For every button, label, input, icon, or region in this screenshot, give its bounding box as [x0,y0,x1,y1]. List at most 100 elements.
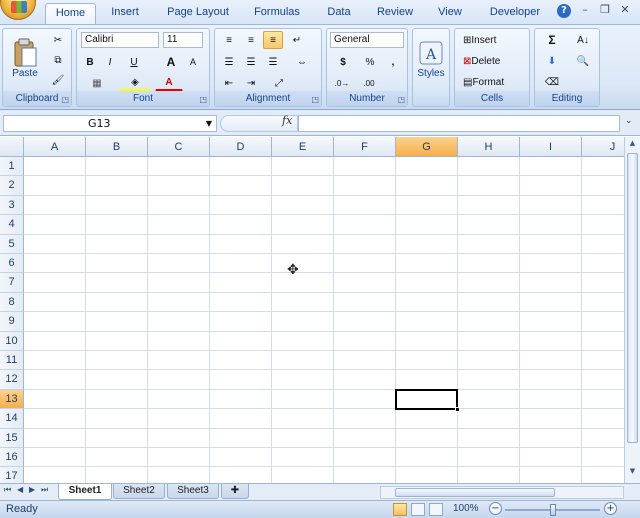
help-icon[interactable]: ? [557,4,571,18]
first-sheet-icon[interactable]: ⏮ [4,485,11,495]
middle-align-icon[interactable]: ≡ [241,31,261,49]
row-header-9[interactable]: 9 [0,312,24,332]
clear-icon[interactable]: ⌫ [538,73,566,91]
row-header-14[interactable]: 14 [0,409,24,429]
top-align-icon[interactable]: ≡ [219,31,239,49]
orientation-icon[interactable]: ⤢ [265,74,293,92]
column-header-H[interactable]: H [458,137,520,157]
sheet-tab-2[interactable]: Sheet2 [113,484,165,499]
sort-filter-icon[interactable]: A↓ [569,31,597,49]
column-header-B[interactable]: B [86,137,148,157]
column-header-I[interactable]: I [520,137,582,157]
bold-button[interactable]: B [81,53,99,71]
sheet-tab-3[interactable]: Sheet3 [167,484,219,499]
row-header-17[interactable]: 17 [0,467,24,483]
align-right-icon[interactable]: ☰ [263,53,283,71]
fill-color-button[interactable]: ◈ [119,74,151,92]
column-header-J[interactable]: J [582,137,624,157]
tab-view[interactable]: View [430,3,470,24]
tab-insert[interactable]: Insert [100,3,150,24]
font-size-select[interactable]: 11 [163,32,203,48]
column-header-C[interactable]: C [148,137,210,157]
row-header-10[interactable]: 10 [0,331,24,351]
bottom-align-icon[interactable]: ≡ [263,31,283,49]
sheet-tab-1[interactable]: Sheet1 [58,484,112,500]
horizontal-scrollbar[interactable] [380,486,624,499]
wrap-text-icon[interactable]: ↵ [287,31,307,49]
zoom-level[interactable]: 100% [453,503,479,514]
page-break-view-icon[interactable] [429,503,443,516]
tab-formulas[interactable]: Formulas [246,3,308,24]
launcher-icon[interactable]: ◳ [199,95,207,104]
restore-icon[interactable]: ❐ [598,3,612,17]
worksheet-grid[interactable]: ABCDEFGHIJ 1 2 3 4 5 6 7 8 9 10 11 12 13 14 15 16 17 ✥ [0,137,624,483]
row-header-1[interactable]: 1 [0,157,24,177]
row-header-3[interactable]: 3 [0,195,24,216]
row-header-15[interactable]: 15 [0,428,24,448]
next-sheet-icon[interactable]: ▶ [29,485,35,494]
tab-developer[interactable]: Developer [482,3,548,24]
column-header-E[interactable]: E [272,137,334,157]
scroll-thumb[interactable] [627,153,638,443]
row-header-6[interactable]: 6 [0,254,24,274]
row-header-11[interactable]: 11 [0,351,24,371]
increase-decimal-icon[interactable]: .0→ [330,74,354,92]
chevron-down-icon[interactable]: ▼ [206,116,212,131]
sum-icon[interactable]: Σ [538,31,566,49]
select-all-corner[interactable] [0,137,24,157]
tab-data[interactable]: Data [318,3,360,24]
increase-indent-icon[interactable]: ⇥ [241,74,261,92]
row-header-5[interactable]: 5 [0,234,24,254]
tab-home[interactable]: Home [45,3,96,24]
underline-button[interactable]: U [121,53,147,71]
column-header-G[interactable]: G [396,137,458,157]
close-icon[interactable]: ✕ [618,3,632,17]
row-header-12[interactable]: 12 [0,370,24,390]
zoom-in-icon[interactable]: + [604,502,617,515]
scroll-up-icon[interactable]: ▲ [627,139,638,151]
prev-sheet-icon[interactable]: ◀ [17,485,23,494]
align-center-icon[interactable]: ☰ [241,53,261,71]
active-cell[interactable] [395,388,460,413]
grow-font-button[interactable]: A [161,53,181,71]
name-box[interactable]: G13 ▼ [3,115,217,132]
insert-function-button[interactable]: fx [282,114,292,127]
row-header-16[interactable]: 16 [0,448,24,468]
shrink-font-button[interactable]: A [183,53,203,71]
row-header-7[interactable]: 7 [0,273,24,293]
find-select-icon[interactable]: 🔍 [569,52,597,70]
launcher-icon[interactable]: ◳ [61,95,69,104]
delete-cells-button[interactable]: ⊠ Delete [458,52,526,70]
column-header-A[interactable]: A [24,137,86,157]
align-left-icon[interactable]: ☰ [219,53,239,71]
column-header-D[interactable]: D [210,137,272,157]
currency-button[interactable]: $ [330,53,356,71]
normal-view-icon[interactable] [393,503,407,516]
launcher-icon[interactable]: ◳ [311,95,319,104]
format-cells-button[interactable]: ▤ Format [458,73,526,91]
formula-input[interactable] [298,115,620,132]
row-header-8[interactable]: 8 [0,292,24,313]
row-header-13[interactable]: 13 [0,389,24,410]
zoom-slider-knob[interactable] [549,504,556,516]
decrease-decimal-icon[interactable]: .00 [357,74,381,92]
fill-handle[interactable] [455,407,460,413]
copy-icon[interactable]: ⧉ [49,51,67,69]
comma-button[interactable]: , [383,53,403,71]
tab-page-layout[interactable]: Page Layout [160,3,236,24]
row-header-4[interactable]: 4 [0,215,24,235]
zoom-out-icon[interactable]: − [489,502,502,515]
expand-formula-bar-icon[interactable]: ⌄ [625,116,633,126]
page-layout-view-icon[interactable] [411,503,425,516]
insert-cells-button[interactable]: ⊞ Insert [458,31,526,49]
percent-button[interactable]: % [359,53,381,71]
decrease-indent-icon[interactable]: ⇤ [219,74,239,92]
last-sheet-icon[interactable]: ⏭ [41,485,48,495]
insert-sheet-icon[interactable]: ✚ [221,484,249,499]
format-painter-icon[interactable]: 🖌 [49,71,67,89]
styles-button[interactable]: A Styles [416,31,446,87]
paste-button[interactable]: Paste [7,31,43,85]
launcher-icon[interactable]: ◳ [397,95,405,104]
tab-review[interactable]: Review [370,3,420,24]
vertical-scrollbar[interactable]: ▲ ▼ [624,137,640,483]
